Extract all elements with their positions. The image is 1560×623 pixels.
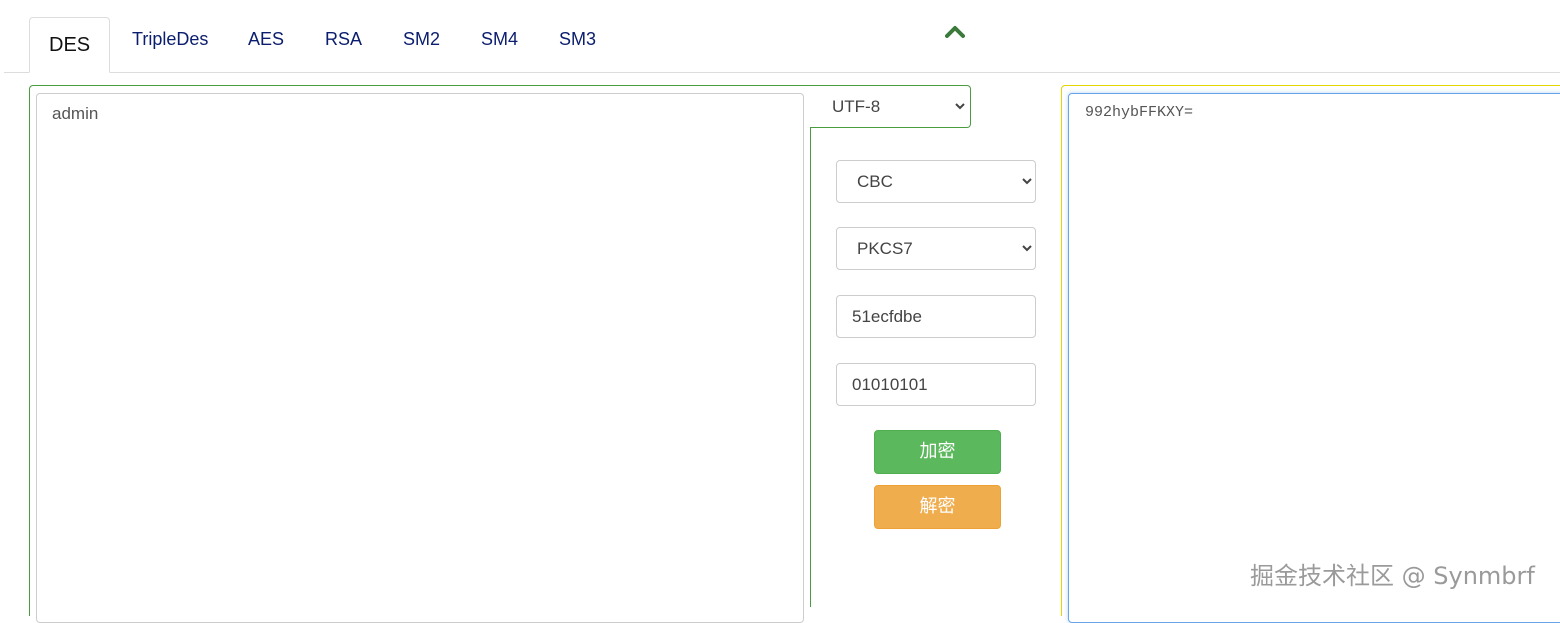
encoding-select[interactable]: UTF-8 <box>812 88 968 124</box>
options-panel-border <box>810 127 811 607</box>
iv-input[interactable] <box>836 363 1036 406</box>
tab-sm3[interactable]: SM3 <box>559 29 596 50</box>
tab-des[interactable]: DES <box>29 17 111 73</box>
tab-sm4[interactable]: SM4 <box>481 29 518 50</box>
tab-tripledes[interactable]: TripleDes <box>132 29 208 50</box>
tab-sm2[interactable]: SM2 <box>403 29 440 50</box>
ciphertext-output[interactable]: 992hybFFKXY= <box>1068 93 1560 623</box>
watermark: 掘金技术社区 @ Synmbrf <box>1250 562 1535 590</box>
tab-aes[interactable]: AES <box>248 29 284 50</box>
chevron-up-icon[interactable] <box>945 24 965 40</box>
plaintext-input[interactable]: admin <box>36 93 804 623</box>
tab-rsa[interactable]: RSA <box>325 29 362 50</box>
encrypt-button[interactable]: 加密 <box>874 430 1001 474</box>
key-input[interactable] <box>836 295 1036 338</box>
mode-select[interactable]: CBC <box>836 160 1036 203</box>
decrypt-button[interactable]: 解密 <box>874 485 1001 529</box>
algorithm-tabs: DES TripleDes AES RSA SM2 SM4 SM3 <box>4 0 1560 73</box>
padding-select[interactable]: PKCS7 <box>836 227 1036 270</box>
